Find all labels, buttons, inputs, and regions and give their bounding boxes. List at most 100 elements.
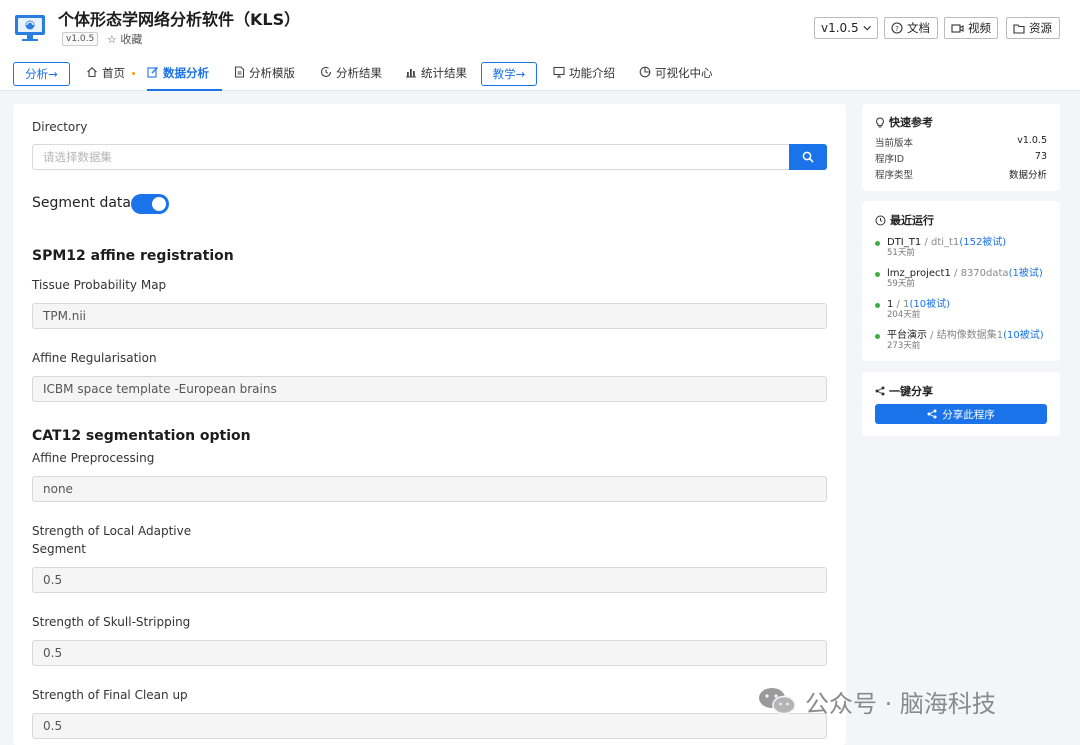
share-title-text: 一键分享: [889, 385, 933, 398]
help-circle-icon: ?: [891, 22, 903, 34]
watermark: 公众号 · 脑海科技: [757, 683, 996, 719]
nav-separator-dot: [132, 72, 135, 75]
segment-data-toggle[interactable]: [131, 194, 169, 214]
skull-stripping-label: Strength of Skull-Stripping: [32, 615, 191, 629]
tab-analysis-templates-label: 分析模版: [249, 66, 295, 80]
docs-button[interactable]: ? 文档: [884, 17, 938, 39]
tab-visualization-center[interactable]: 可视化中心: [639, 65, 713, 89]
pie-chart-icon: [639, 66, 651, 78]
version-badge: v1.0.5: [62, 32, 99, 46]
share-button-label: 分享此程序: [942, 408, 995, 421]
quick-reference-title: 快速参考: [875, 114, 933, 130]
version-select-value: v1.0.5: [821, 21, 859, 35]
run-dataset: 结构像数据集1: [936, 330, 1004, 341]
directory-label: Directory: [32, 120, 88, 134]
final-cleanup-field[interactable]: 0.5: [32, 713, 827, 739]
lightbulb-icon: [876, 116, 884, 127]
tab-visualization-center-label: 可视化中心: [655, 66, 713, 80]
wechat-icon: [759, 688, 796, 715]
ref-key: 程序类型: [875, 170, 914, 181]
run-separator: /: [927, 330, 937, 341]
recent-runs-card: 最近运行 DTI_T1 / dti_t1(152被试) 51天前 lmz_pro…: [862, 201, 1060, 361]
run-dataset: dti_t1: [930, 237, 960, 248]
run-separator: /: [921, 237, 931, 248]
document-icon: [234, 66, 245, 78]
video-button[interactable]: 视频: [944, 17, 998, 39]
tab-statistics[interactable]: 统计结果: [405, 65, 467, 89]
share-card: 一键分享 分享此程序: [862, 372, 1060, 436]
share-program-button[interactable]: 分享此程序: [875, 404, 1047, 424]
resources-label: 资源: [1029, 21, 1052, 35]
cat12-section-title: CAT12 segmentation option: [32, 428, 251, 444]
tab-feature-intro-label: 功能介绍: [569, 66, 615, 80]
recent-runs-title-text: 最近运行: [890, 214, 934, 227]
tab-home-label: 首页: [102, 66, 125, 80]
search-icon: [802, 151, 814, 163]
version-select[interactable]: v1.0.5: [814, 17, 878, 39]
tab-data-analysis[interactable]: 数据分析: [147, 65, 222, 91]
ref-value: 73: [1034, 151, 1047, 162]
quick-reference-card: 快速参考 当前版本 v1.0.5 程序ID 73 程序类型 数据分析: [862, 104, 1060, 191]
share-icon: [927, 409, 937, 419]
directory-search-button[interactable]: [789, 144, 827, 170]
tab-data-analysis-label: 数据分析: [163, 66, 209, 80]
app-title: 个体形态学网络分析软件（KLS）: [58, 10, 301, 29]
app-logo-icon: [15, 15, 45, 41]
edit-icon: [147, 67, 158, 78]
docs-label: 文档: [907, 21, 930, 35]
watermark-text: 公众号 · 脑海科技: [805, 689, 996, 718]
clock-icon: [875, 215, 886, 225]
toggle-knob: [152, 197, 166, 211]
history-icon: [320, 66, 332, 77]
skull-stripping-field[interactable]: 0.5: [32, 640, 827, 666]
monitor-icon: [553, 66, 565, 78]
bar-chart-icon: [406, 69, 416, 78]
resources-button[interactable]: 资源: [1006, 17, 1060, 39]
ref-value: 数据分析: [1008, 170, 1047, 181]
run-dataset: 8370data: [960, 268, 1009, 279]
local-adaptive-field[interactable]: 0.5: [32, 567, 827, 593]
segment-data-label: Segment data: [32, 195, 131, 211]
recent-runs-title: 最近运行: [875, 212, 934, 228]
tab-analysis-results-label: 分析结果: [336, 66, 382, 80]
run-status-dot: [875, 241, 880, 246]
directory-input[interactable]: 请选择数据集: [32, 144, 789, 170]
tpm-field[interactable]: TPM.nii: [32, 303, 827, 329]
affine-preprocessing-field[interactable]: none: [32, 476, 827, 502]
run-status-dot: [875, 272, 880, 277]
form-card: Directory 请选择数据集 Segment data SPM12 affi…: [13, 104, 846, 745]
run-subjects: (1被试): [1008, 268, 1043, 279]
video-label: 视频: [968, 21, 991, 35]
affine-preprocessing-label: Affine Preprocessing: [32, 451, 155, 465]
ref-row-program-id: 程序ID 73: [875, 151, 1047, 165]
video-icon: [951, 23, 964, 33]
tab-feature-intro[interactable]: 功能介绍: [553, 65, 615, 89]
chevron-down-icon: [863, 25, 871, 31]
run-time-ago: 204天前: [887, 310, 921, 320]
share-icon: [875, 386, 885, 396]
ref-row-program-type: 程序类型 数据分析: [875, 167, 1047, 181]
tab-statistics-label: 统计结果: [421, 66, 467, 80]
local-adaptive-label-line2: Segment: [32, 542, 86, 556]
analysis-pill-button[interactable]: 分析→: [13, 62, 70, 86]
final-cleanup-label: Strength of Final Clean up: [32, 688, 188, 702]
tab-home[interactable]: 首页: [86, 65, 125, 89]
affine-regularisation-field[interactable]: ICBM space template -European brains: [32, 376, 827, 402]
local-adaptive-label-line1: Strength of Local Adaptive: [32, 524, 192, 538]
affine-regularisation-label: Affine Regularisation: [32, 351, 157, 365]
home-icon: [87, 67, 97, 78]
favorite-button[interactable]: ☆ 收藏: [107, 31, 142, 47]
tab-analysis-templates[interactable]: 分析模版: [234, 65, 295, 89]
run-status-dot: [875, 334, 880, 339]
teaching-pill-button[interactable]: 教学→: [481, 62, 537, 86]
tab-analysis-results[interactable]: 分析结果: [320, 65, 382, 89]
main-nav: 分析→ 首页 数据分析 分析模版 分析结果 统计结果 教学→ 功能介绍 可视化中…: [0, 56, 1080, 91]
run-time-ago: 51天前: [887, 248, 915, 258]
svg-text:?: ?: [895, 25, 899, 33]
run-time-ago: 59天前: [887, 279, 915, 289]
tpm-label: Tissue Probability Map: [32, 278, 167, 292]
ref-row-version: 当前版本 v1.0.5: [875, 135, 1047, 149]
ref-value: v1.0.5: [1017, 135, 1047, 146]
ref-key: 程序ID: [875, 154, 905, 165]
run-time-ago: 273天前: [887, 341, 921, 351]
